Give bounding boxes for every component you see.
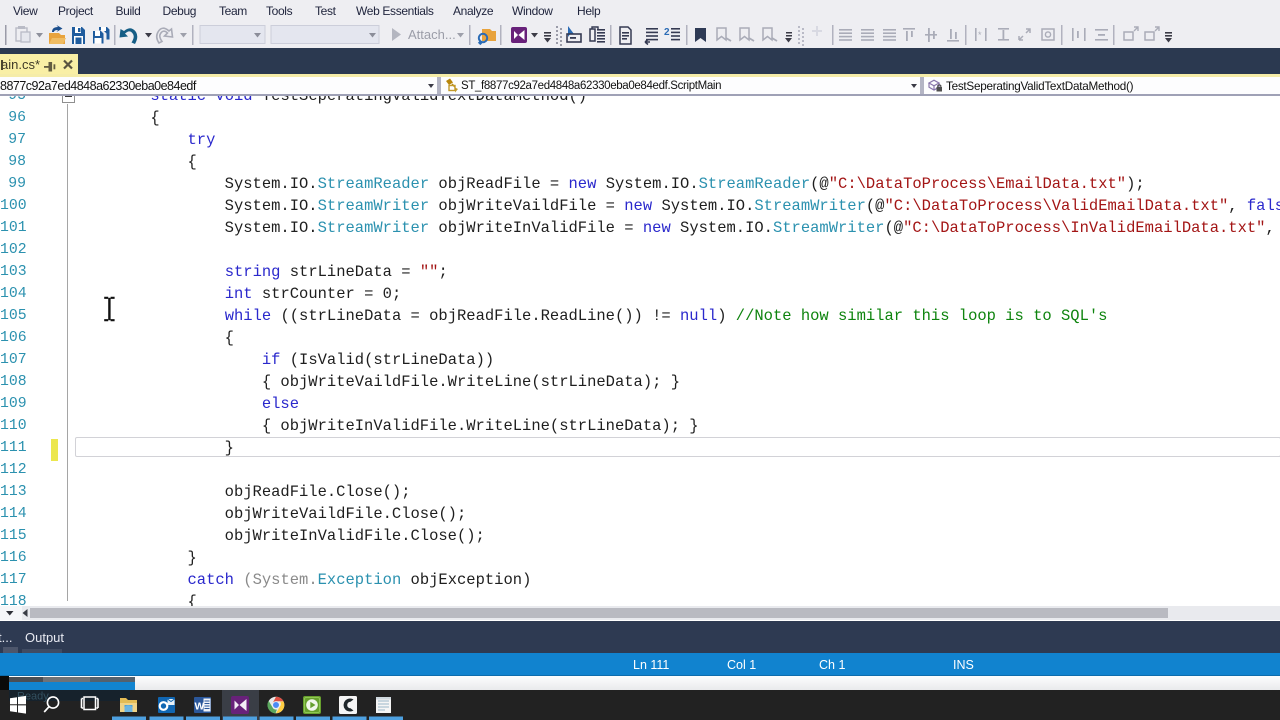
svg-text:W: W [195, 701, 205, 713]
svg-text:2: 2 [664, 27, 670, 38]
svg-text:*: * [978, 30, 982, 40]
svg-text:Attach...: Attach... [408, 27, 456, 42]
